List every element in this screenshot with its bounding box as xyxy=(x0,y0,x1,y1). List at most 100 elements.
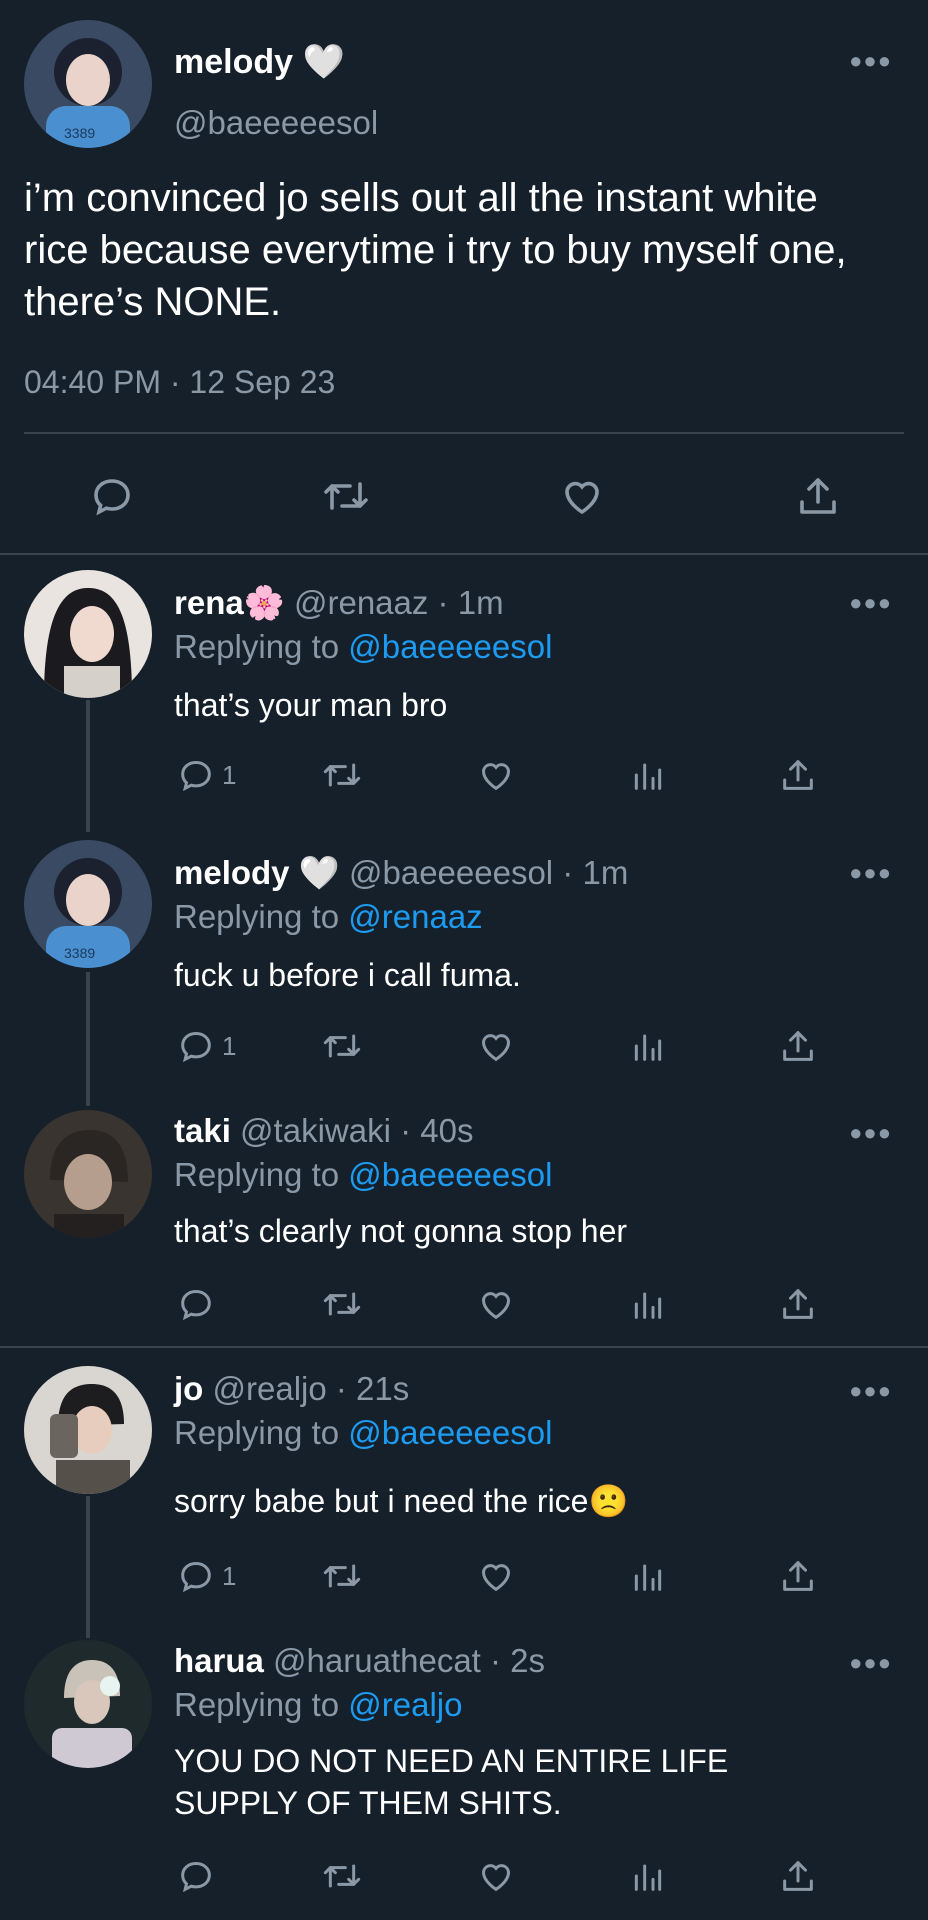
main-share-button[interactable] xyxy=(794,472,842,520)
views-button[interactable] xyxy=(630,1856,666,1896)
mention-link[interactable]: @baeeeeesol xyxy=(348,1414,552,1451)
retweet-button[interactable] xyxy=(320,1856,364,1896)
main-tweet-text: i’m convinced jo sells out all the insta… xyxy=(24,176,847,324)
like-button[interactable] xyxy=(476,1856,516,1896)
main-retweet-button[interactable] xyxy=(320,472,372,520)
display-name[interactable]: taki xyxy=(174,1112,231,1149)
reply-text: fuck u before i call fuma. xyxy=(174,957,521,993)
retweet-icon xyxy=(323,1034,361,1058)
mention-link[interactable]: @realjo xyxy=(348,1686,462,1723)
main-handle[interactable]: @baeeeeesol xyxy=(174,104,378,142)
reply-text: that’s clearly not gonna stop her xyxy=(174,1213,628,1249)
more-horizontal-icon[interactable]: ●●● xyxy=(849,590,892,616)
views-button[interactable] xyxy=(630,1556,666,1596)
reply-button[interactable] xyxy=(176,1284,222,1324)
retweet-button[interactable] xyxy=(320,1284,364,1324)
retweet-button[interactable] xyxy=(320,755,364,795)
reply-header: harua @haruathecat · 2s xyxy=(174,1642,545,1680)
mention-link[interactable]: @renaaz xyxy=(348,898,482,935)
like-icon xyxy=(565,481,599,515)
retweet-icon xyxy=(323,1292,361,1316)
replying-label: Replying to xyxy=(174,1414,340,1451)
reply-text: that’s your man bro xyxy=(174,687,448,723)
reply-button[interactable]: 1 xyxy=(176,1026,236,1066)
reply-count: 1 xyxy=(222,1560,237,1591)
like-button[interactable] xyxy=(476,1026,516,1066)
views-button[interactable] xyxy=(630,755,666,795)
handle-time[interactable]: @realjo · 21s xyxy=(213,1370,410,1407)
reply-icon xyxy=(94,479,130,516)
avatar-melody[interactable]: 3389 xyxy=(24,840,152,968)
views-icon xyxy=(634,1292,662,1319)
share-icon xyxy=(800,478,836,514)
main-reply-button[interactable] xyxy=(88,472,136,520)
reply-icon xyxy=(181,1289,211,1321)
share-button[interactable] xyxy=(778,1856,818,1896)
replying-to: Replying to @baeeeeesol xyxy=(174,1414,552,1452)
handle-time[interactable]: @renaaz · 1m xyxy=(294,584,504,621)
thread-line xyxy=(86,972,90,1106)
reply-count: 1 xyxy=(222,759,237,790)
share-button[interactable] xyxy=(778,1284,818,1324)
replying-to: Replying to @baeeeeesol xyxy=(174,1156,552,1194)
share-icon xyxy=(783,1861,813,1891)
reply-button[interactable] xyxy=(176,1856,222,1896)
more-horizontal-icon[interactable]: ●●● xyxy=(849,1650,892,1676)
retweet-icon xyxy=(323,763,361,787)
views-icon xyxy=(634,1564,662,1591)
avatar-harua[interactable] xyxy=(24,1640,152,1768)
reply-icon xyxy=(181,1861,211,1893)
avatar-taki[interactable] xyxy=(24,1110,152,1238)
views-button[interactable] xyxy=(630,1284,666,1324)
more-horizontal-icon[interactable]: ●●● xyxy=(849,48,892,74)
display-name[interactable]: jo xyxy=(174,1370,203,1407)
handle-time[interactable]: @haruathecat · 2s xyxy=(273,1642,545,1679)
display-name[interactable]: rena xyxy=(174,584,244,621)
retweet-button[interactable] xyxy=(320,1556,364,1596)
main-like-button[interactable] xyxy=(558,472,606,520)
reply-icon xyxy=(181,1561,211,1593)
retweet-icon xyxy=(323,1564,361,1588)
like-icon xyxy=(481,1564,511,1592)
replying-to: Replying to @baeeeeesol xyxy=(174,628,552,666)
like-icon xyxy=(481,1864,511,1892)
replying-to: Replying to @realjo xyxy=(174,1686,463,1724)
like-button[interactable] xyxy=(476,755,516,795)
avatar-melody[interactable]: 3389 xyxy=(24,20,152,148)
display-name[interactable]: melody xyxy=(174,854,290,891)
share-icon xyxy=(783,760,813,790)
thread-line xyxy=(86,700,90,832)
like-button[interactable] xyxy=(476,1284,516,1324)
share-icon xyxy=(783,1031,813,1061)
more-horizontal-icon[interactable]: ●●● xyxy=(849,860,892,886)
reply-icon xyxy=(181,1031,211,1063)
more-horizontal-icon[interactable]: ●●● xyxy=(849,1378,892,1404)
reply-icon xyxy=(181,760,211,792)
mention-link[interactable]: @baeeeeesol xyxy=(348,1156,552,1193)
share-button[interactable] xyxy=(778,1556,818,1596)
replying-label: Replying to xyxy=(174,1686,340,1723)
views-icon xyxy=(634,1034,662,1061)
share-icon xyxy=(783,1289,813,1319)
share-button[interactable] xyxy=(778,1026,818,1066)
retweet-icon xyxy=(324,482,368,510)
reply-button[interactable]: 1 xyxy=(176,1556,236,1596)
replying-label: Replying to xyxy=(174,898,340,935)
share-button[interactable] xyxy=(778,755,818,795)
main-display-name[interactable]: melody 🤍 xyxy=(174,42,345,82)
retweet-button[interactable] xyxy=(320,1026,364,1066)
section-divider xyxy=(0,553,928,555)
handle-time[interactable]: @takiwaki · 40s xyxy=(240,1112,473,1149)
svg-text:3389: 3389 xyxy=(64,945,95,961)
mention-link[interactable]: @baeeeeesol xyxy=(348,628,552,665)
handle-time[interactable]: @baeeeeesol · 1m xyxy=(349,854,628,891)
views-icon xyxy=(634,763,662,790)
share-icon xyxy=(783,1561,813,1591)
views-button[interactable] xyxy=(630,1026,666,1066)
display-name[interactable]: harua xyxy=(174,1642,264,1679)
avatar-rena[interactable] xyxy=(24,570,152,698)
like-button[interactable] xyxy=(476,1556,516,1596)
avatar-jo[interactable] xyxy=(24,1366,152,1494)
reply-button[interactable]: 1 xyxy=(176,755,236,795)
more-horizontal-icon[interactable]: ●●● xyxy=(849,1120,892,1146)
